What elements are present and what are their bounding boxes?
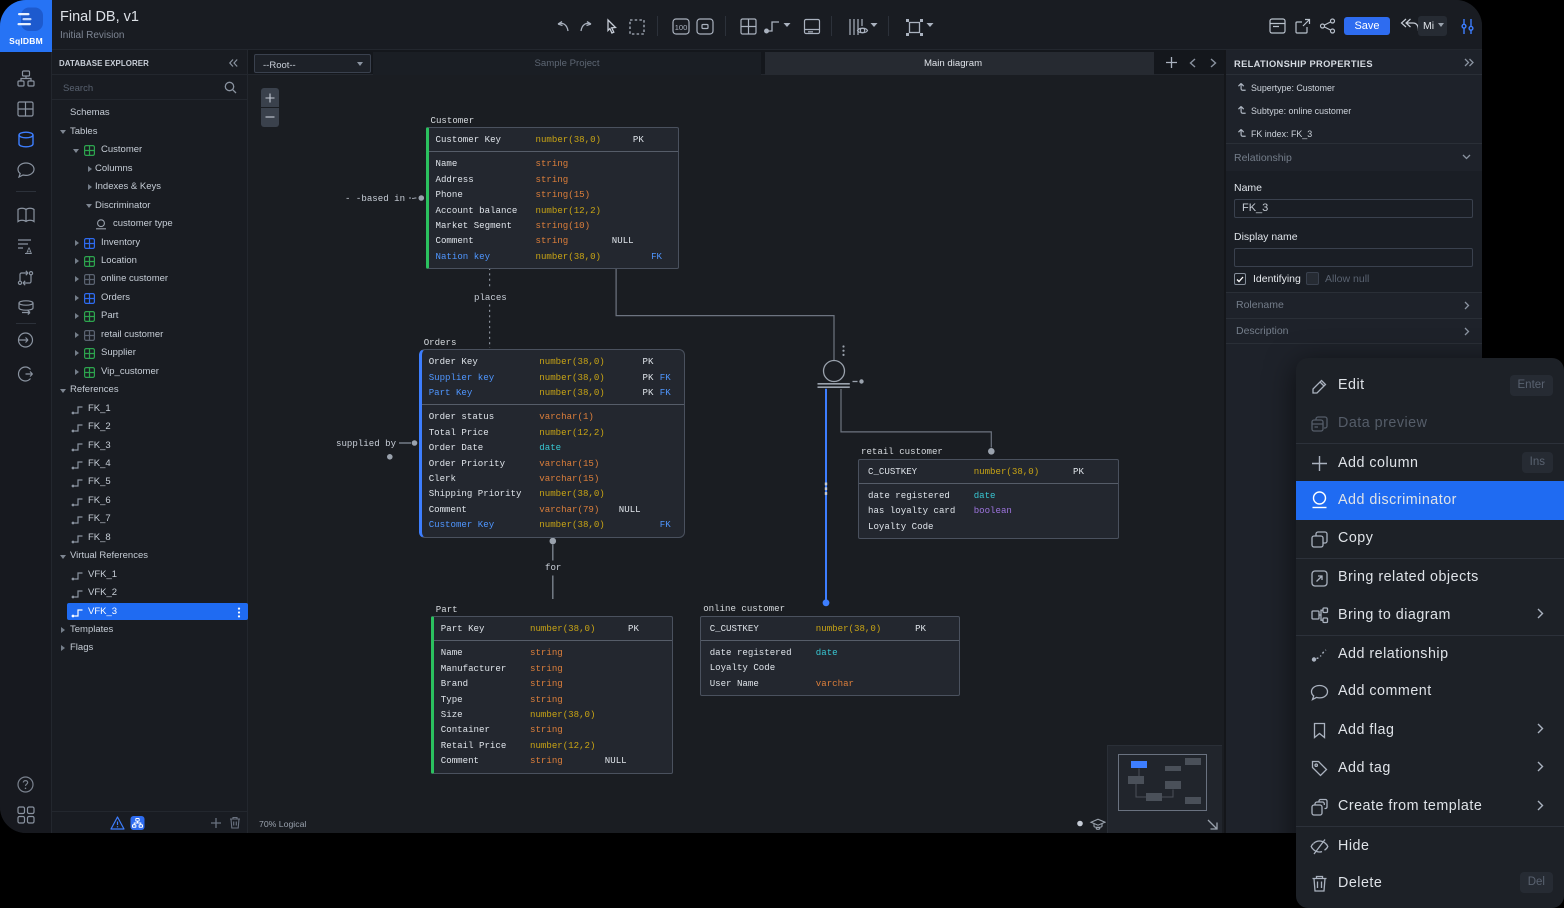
svg-text:100: 100	[675, 23, 688, 32]
svg-text:A: A	[26, 246, 32, 254]
